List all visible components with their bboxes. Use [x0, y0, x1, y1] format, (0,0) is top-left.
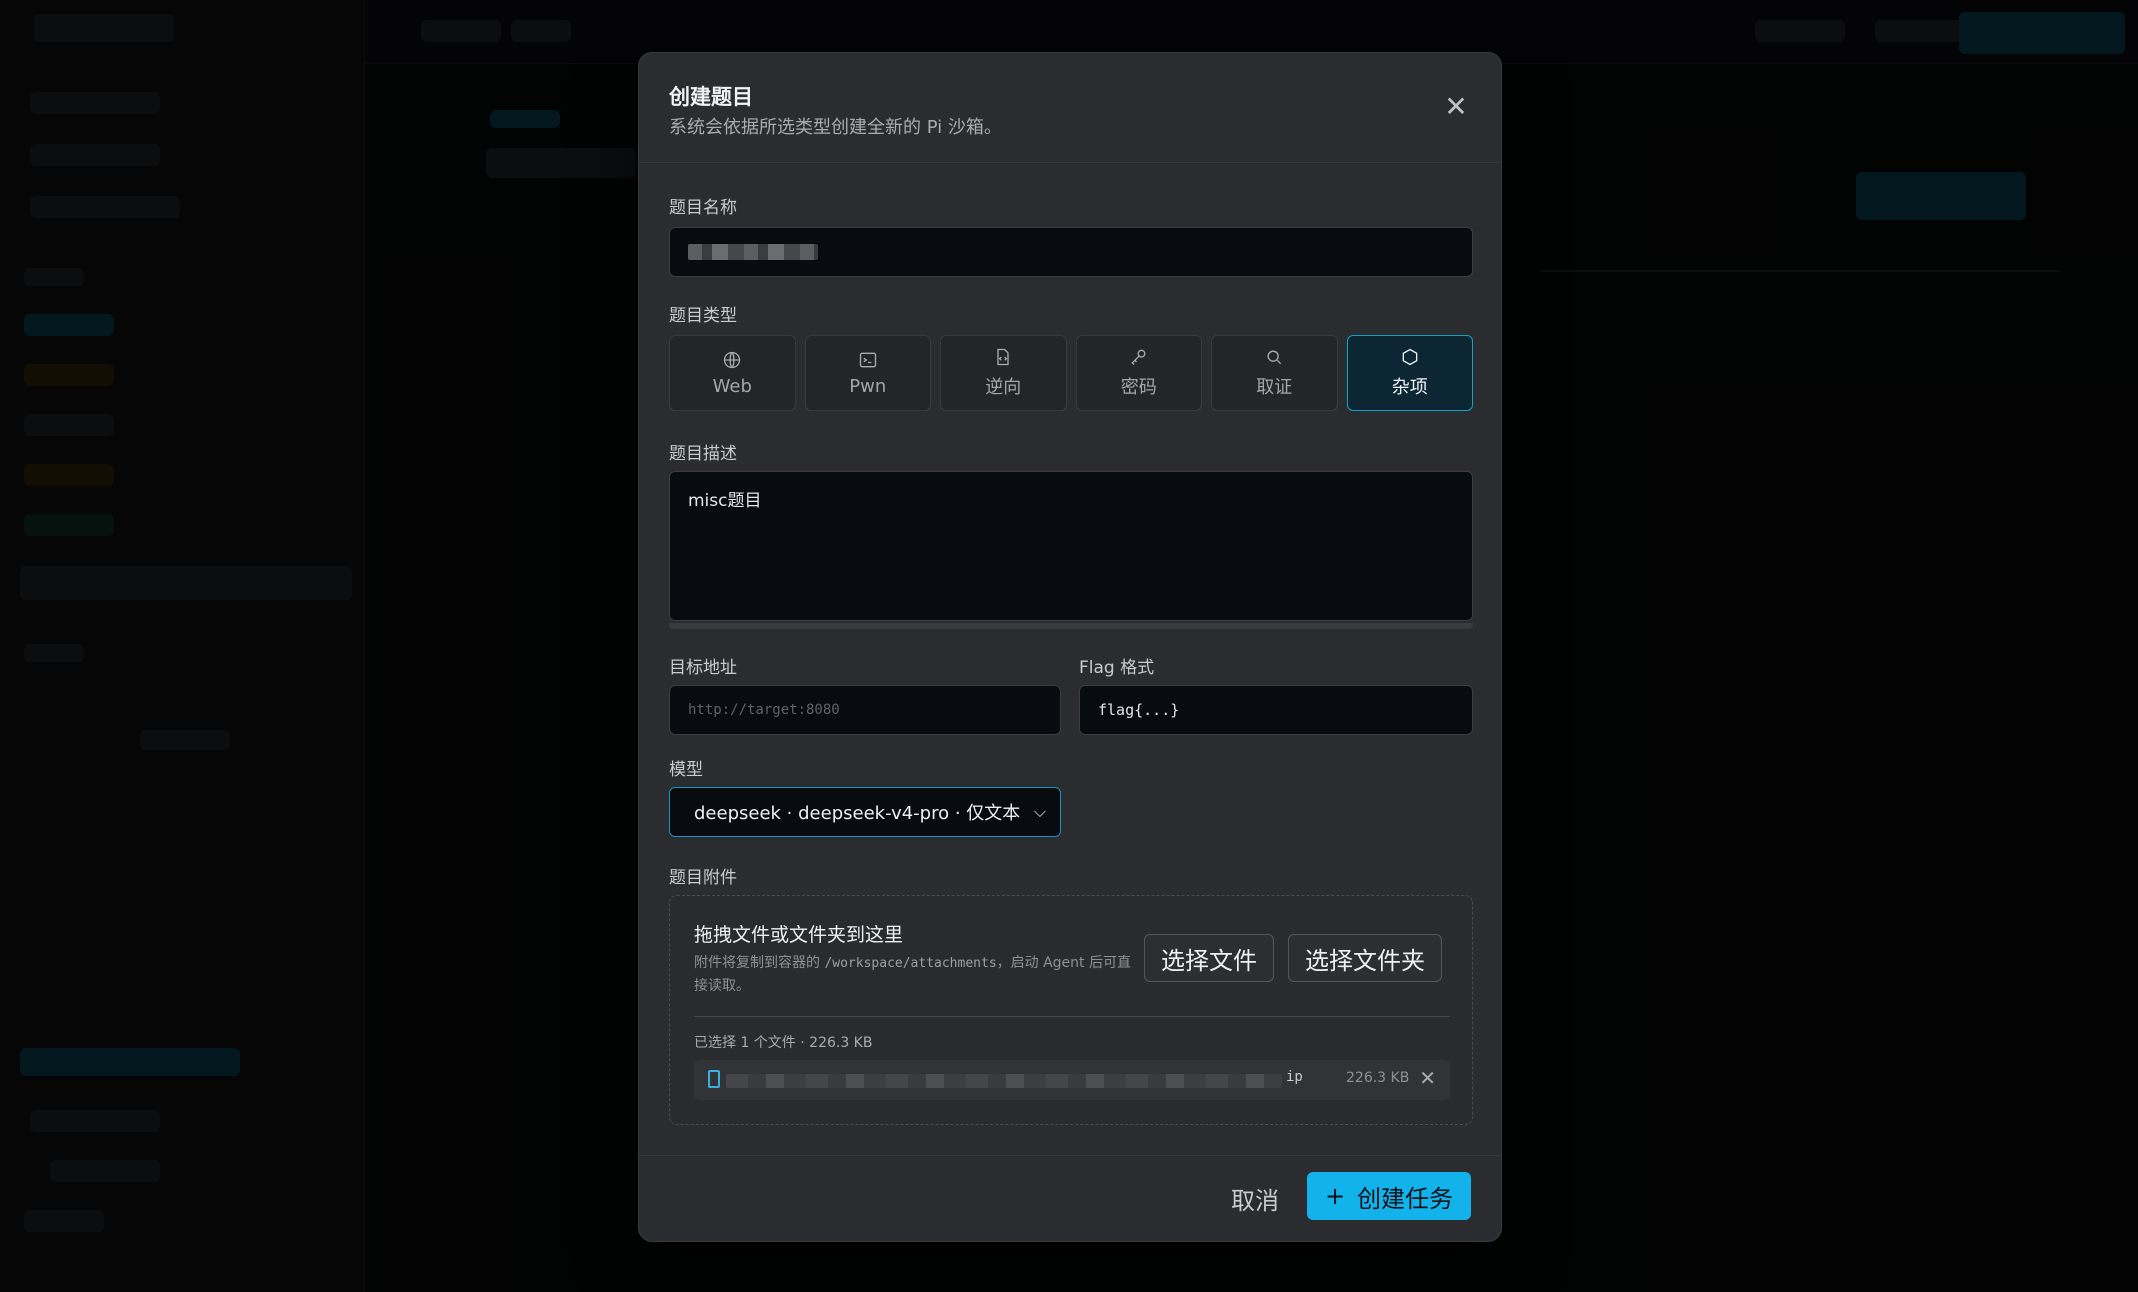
dropzone-hint: 附件将复制到容器的 /workspace/attachments，启动 Agen…	[694, 952, 1134, 998]
close-icon[interactable]: ✕	[1441, 93, 1471, 123]
type-pwn-label: Pwn	[849, 375, 887, 397]
remove-file-icon[interactable]: ✕	[1419, 1066, 1436, 1090]
type-crypto-button[interactable]: 密码	[1075, 335, 1202, 411]
create-challenge-dialog: 创建题目 系统会依据所选类型创建全新的 Pi 沙箱。 ✕ 题目名称 题目类型 W…	[638, 52, 1502, 1242]
hexagon-icon	[1402, 348, 1418, 366]
model-label: 模型	[669, 760, 703, 780]
target-label: 目标地址	[669, 658, 737, 678]
type-crypto-label: 密码	[1120, 377, 1157, 398]
textarea-resize-handle[interactable]	[669, 623, 1473, 629]
terminal-icon	[859, 352, 876, 367]
file-icon	[708, 1070, 720, 1088]
globe-icon	[724, 351, 741, 368]
dialog-header: 创建题目 系统会依据所选类型创建全新的 Pi 沙箱。 ✕	[639, 53, 1501, 163]
plus-icon: +	[1324, 1182, 1346, 1210]
model-select-value: deepseek · deepseek-v4-pro · 仅文本	[694, 803, 1021, 824]
selected-files-summary: 已选择 1 个文件 · 226.3 KB	[694, 1035, 873, 1051]
create-task-label: 创建任务	[1357, 1184, 1454, 1213]
attachment-dropzone[interactable]: 拖拽文件或文件夹到这里 附件将复制到容器的 /workspace/attachm…	[669, 895, 1473, 1125]
model-select[interactable]: deepseek · deepseek-v4-pro · 仅文本 ⌵	[669, 787, 1061, 837]
key-icon	[1131, 349, 1146, 365]
file-name-suffix: ip	[1286, 1069, 1303, 1085]
name-input[interactable]	[669, 227, 1473, 277]
name-label: 题目名称	[669, 198, 737, 218]
type-label: 题目类型	[669, 306, 737, 326]
choose-folder-button[interactable]: 选择文件夹	[1288, 934, 1442, 982]
file-list-item: ip 226.3 KB ✕	[694, 1060, 1450, 1100]
type-pwn-button[interactable]: Pwn	[804, 335, 931, 411]
hint-prefix: 附件将复制到容器的	[694, 955, 825, 971]
type-reverse-label: 逆向	[985, 377, 1022, 398]
create-task-button[interactable]: + 创建任务	[1307, 1172, 1471, 1220]
file-code-icon	[997, 348, 1009, 366]
flag-format-input[interactable]: flag{...}	[1079, 685, 1473, 735]
dialog-title: 创建题目	[669, 85, 753, 109]
dropzone-title: 拖拽文件或文件夹到这里	[694, 924, 904, 946]
hint-path: /workspace/attachments	[824, 956, 997, 971]
redacted-file-name	[726, 1074, 1282, 1088]
redacted-name-value	[688, 244, 818, 260]
type-misc-label: 杂项	[1391, 377, 1428, 398]
flag-format-label: Flag 格式	[1079, 658, 1155, 678]
dialog-subtitle: 系统会依据所选类型创建全新的 Pi 沙箱。	[669, 117, 1002, 138]
type-reverse-button[interactable]: 逆向	[940, 335, 1067, 411]
description-textarea[interactable]: misc题目	[669, 471, 1473, 621]
type-selector: Web Pwn 逆向 密码 取证 杂项	[669, 335, 1473, 413]
choose-file-button[interactable]: 选择文件	[1144, 934, 1274, 982]
type-web-button[interactable]: Web	[669, 335, 796, 411]
search-icon	[1267, 350, 1282, 365]
description-label: 题目描述	[669, 444, 737, 464]
attachments-label: 题目附件	[669, 868, 737, 888]
type-web-label: Web	[712, 375, 752, 397]
divider	[694, 1016, 1450, 1017]
type-forensics-button[interactable]: 取证	[1211, 335, 1338, 411]
file-size: 226.3 KB	[1346, 1070, 1410, 1086]
target-input[interactable]: http://target:8080	[669, 685, 1061, 735]
dialog-footer: 取消 + 创建任务	[639, 1155, 1501, 1241]
chevron-down-icon: ⌵	[1033, 802, 1046, 821]
type-misc-button[interactable]: 杂项	[1346, 335, 1473, 411]
type-forensics-label: 取证	[1256, 377, 1293, 398]
cancel-button[interactable]: 取消	[1231, 1174, 1279, 1222]
